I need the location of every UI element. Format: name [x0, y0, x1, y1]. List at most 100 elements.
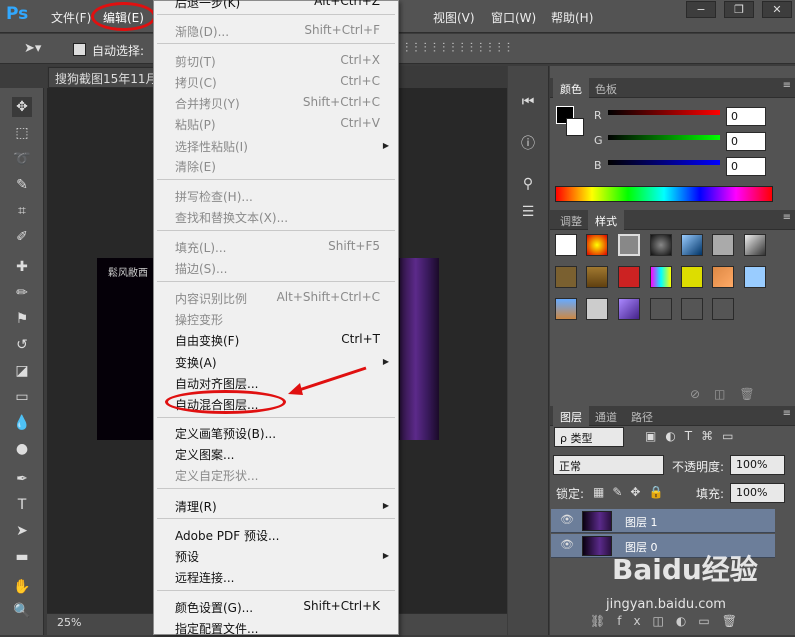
menu-item-fade[interactable]: 渐隐(D)...	[175, 23, 229, 40]
path-select-icon[interactable]: ➤	[12, 521, 32, 541]
pen-tool-icon[interactable]: ✒	[12, 469, 32, 489]
history-panel-icon[interactable]: ⏮	[518, 92, 538, 112]
menu-view[interactable]: 视图(V)	[433, 9, 475, 26]
g-slider[interactable]	[608, 135, 720, 140]
stamp-tool-icon[interactable]: ⚑	[12, 309, 32, 329]
blend-mode-select[interactable]: 正常	[553, 455, 664, 475]
menu-help[interactable]: 帮助(H)	[551, 9, 593, 26]
menu-file[interactable]: 文件(F)	[51, 9, 91, 26]
menu-item-purge[interactable]: 清理(R)	[175, 498, 217, 515]
dodge-tool-icon[interactable]: ●	[12, 439, 32, 459]
tab-swatches[interactable]: 色板	[588, 78, 624, 98]
zoom-level[interactable]: 25%	[57, 616, 81, 629]
style-swatch[interactable]	[555, 266, 577, 288]
brush-tool-icon[interactable]: ✏	[12, 283, 32, 303]
menu-item-clear[interactable]: 清除(E)	[175, 158, 216, 175]
r-value-input[interactable]: 0	[726, 107, 766, 126]
b-slider[interactable]	[608, 160, 720, 165]
tab-adjustments[interactable]: 调整	[553, 210, 589, 230]
style-swatch-none[interactable]	[555, 234, 577, 256]
move-tool-icon[interactable]: ✥	[12, 97, 32, 117]
b-value-input[interactable]: 0	[726, 157, 766, 176]
style-swatch[interactable]	[712, 234, 734, 256]
shape-tool-icon[interactable]: ▬	[12, 547, 32, 567]
move-tool-preset-icon[interactable]: ➤▾	[24, 41, 41, 56]
menu-item-transform[interactable]: 变换(A)	[175, 354, 217, 371]
style-swatch[interactable]	[555, 298, 577, 320]
eraser-tool-icon[interactable]: ◪	[12, 361, 32, 381]
type-tool-icon[interactable]: T	[12, 495, 32, 515]
menu-item-define-shape[interactable]: 定义自定形状...	[175, 467, 258, 484]
menu-item-copy-merged[interactable]: 合并拷贝(Y)	[175, 95, 240, 112]
zoom-tool-icon[interactable]: 🔍	[12, 601, 32, 621]
style-swatch[interactable]	[744, 266, 766, 288]
history-brush-icon[interactable]: ↺	[12, 335, 32, 355]
restore-icon[interactable]: ❐	[724, 1, 754, 18]
menu-item-define-pattern[interactable]: 定义图案...	[175, 446, 234, 463]
tab-layers[interactable]: 图层	[553, 406, 589, 426]
styles-footer-icons[interactable]: ⊘◫🗑	[690, 387, 769, 401]
menu-item-copy[interactable]: 拷贝(C)	[175, 74, 217, 91]
blur-tool-icon[interactable]: 💧	[12, 413, 32, 433]
style-swatch[interactable]	[618, 266, 640, 288]
hand-tool-icon[interactable]: ✋	[12, 577, 32, 597]
crop-tool-icon[interactable]: ⌗	[12, 201, 32, 221]
color-spectrum-ramp[interactable]	[555, 186, 773, 202]
style-swatch[interactable]	[712, 298, 734, 320]
background-color[interactable]	[566, 118, 584, 136]
style-swatch[interactable]	[586, 266, 608, 288]
style-swatch[interactable]	[650, 234, 672, 256]
style-swatch[interactable]	[618, 234, 640, 256]
menu-item-free-transform[interactable]: 自由变换(F)	[175, 332, 239, 349]
marquee-tool-icon[interactable]: ⬚	[12, 123, 32, 143]
style-swatch[interactable]	[586, 234, 608, 256]
lock-icons[interactable]: ▦✎✥🔒	[593, 485, 671, 499]
menu-item-find-replace[interactable]: 查找和替换文本(X)...	[175, 209, 288, 226]
menu-item-puppet-warp[interactable]: 操控变形	[175, 311, 223, 328]
menu-item-assign-profile[interactable]: 指定配置文件...	[175, 620, 258, 637]
menu-item-paste[interactable]: 粘贴(P)	[175, 116, 216, 133]
menu-item-remote-connections[interactable]: 远程连接...	[175, 569, 234, 586]
menu-item-color-settings[interactable]: 颜色设置(G)...	[175, 599, 253, 616]
layers-footer-icons[interactable]: ⛓fx◫◐▭🗑	[590, 614, 749, 628]
tab-paths[interactable]: 路径	[624, 406, 660, 426]
eyedropper-tool-icon[interactable]: ✐	[12, 227, 32, 247]
g-value-input[interactable]: 0	[726, 132, 766, 151]
menu-item-undo-step[interactable]: 后退一步(K)	[175, 0, 240, 11]
layer-filter-icons[interactable]: ▣◐T⌘▭	[645, 429, 742, 443]
tab-channels[interactable]: 通道	[588, 406, 624, 426]
info-panel-icon[interactable]: ⓘ	[518, 134, 538, 154]
menu-item-cut[interactable]: 剪切(T)	[175, 53, 216, 70]
menu-item-fill[interactable]: 填充(L)...	[175, 239, 227, 256]
tab-styles[interactable]: 样式	[588, 210, 624, 230]
brush-presets-icon[interactable]: ☰	[518, 202, 538, 222]
tab-color[interactable]: 颜色	[553, 78, 589, 98]
align-icons[interactable]: ⫶⫶⫶⫶⫶⫶⫶⫶⫶⫶⫶⫶	[405, 41, 516, 56]
style-swatch[interactable]	[586, 298, 608, 320]
brush-panel-icon[interactable]: ⚲	[518, 174, 538, 194]
healing-brush-icon[interactable]: ✚	[12, 257, 32, 277]
panel-menu-icon[interactable]: ≡	[783, 408, 791, 419]
menu-window[interactable]: 窗口(W)	[491, 9, 536, 26]
fill-input[interactable]: 100%	[730, 483, 785, 503]
style-swatch[interactable]	[650, 298, 672, 320]
gradient-tool-icon[interactable]: ▭	[12, 387, 32, 407]
close-icon[interactable]: ✕	[762, 1, 792, 18]
menu-item-paste-special[interactable]: 选择性粘贴(I)	[175, 138, 248, 155]
menu-item-adobe-pdf-presets[interactable]: Adobe PDF 预设...	[175, 527, 279, 544]
style-swatch[interactable]	[744, 234, 766, 256]
menu-item-stroke[interactable]: 描边(S)...	[175, 260, 227, 277]
r-slider[interactable]	[608, 110, 720, 115]
style-swatch[interactable]	[681, 234, 703, 256]
panel-menu-icon[interactable]: ≡	[783, 80, 791, 91]
eye-icon[interactable]: 👁	[560, 513, 574, 526]
quick-select-tool-icon[interactable]: ✎	[12, 175, 32, 195]
style-swatch[interactable]	[681, 298, 703, 320]
style-swatch[interactable]	[650, 266, 672, 288]
auto-select-checkbox[interactable]	[73, 43, 86, 56]
style-swatch[interactable]	[712, 266, 734, 288]
eye-icon[interactable]: 👁	[560, 538, 574, 551]
menu-item-content-aware-scale[interactable]: 内容识别比例	[175, 290, 247, 307]
minimize-icon[interactable]: −	[686, 1, 716, 18]
lasso-tool-icon[interactable]: ➰	[12, 149, 32, 169]
